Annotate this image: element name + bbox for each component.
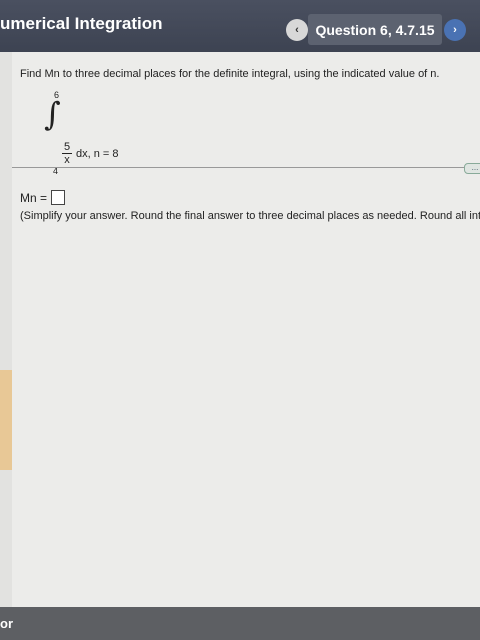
- question-panel: Find Mn to three decimal places for the …: [12, 52, 480, 607]
- next-question-button[interactable]: ›: [444, 19, 466, 41]
- answer-row: Mn =: [20, 190, 66, 205]
- previous-question-button[interactable]: ‹: [286, 19, 308, 41]
- more-button[interactable]: ...: [464, 163, 480, 174]
- question-prompt: Find Mn to three decimal places for the …: [20, 68, 440, 80]
- integral-icon: ∫: [44, 95, 61, 133]
- answer-input[interactable]: [51, 190, 66, 205]
- answer-hint: (Simplify your answer. Round the final a…: [20, 210, 480, 222]
- chevron-left-icon: ‹: [295, 24, 299, 36]
- numerator: 5: [62, 141, 72, 154]
- side-tab: [0, 370, 12, 470]
- footer: or: [0, 607, 480, 640]
- divider: [12, 167, 480, 168]
- chevron-right-icon: ›: [453, 24, 457, 36]
- question-label: Question 6, 4.7.15: [308, 14, 442, 45]
- answer-label: Mn =: [20, 190, 48, 205]
- denominator: x: [64, 154, 70, 166]
- fraction: 5 x: [62, 141, 72, 166]
- footer-label: or: [0, 616, 13, 631]
- differential-text: dx, n = 8: [76, 148, 119, 160]
- header: umerical Integration ‹ Question 6, 4.7.1…: [0, 0, 480, 52]
- integral-expression: 6 ∫ 5 x dx, n = 8 4: [36, 88, 146, 176]
- page-title: umerical Integration: [0, 14, 163, 33]
